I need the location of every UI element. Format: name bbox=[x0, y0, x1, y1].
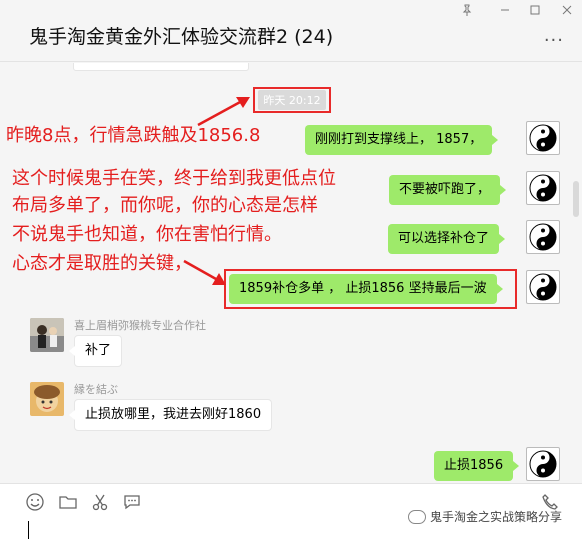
annotation-text: 昨晚8点，行情急跌触及1856.8 bbox=[6, 125, 261, 146]
cartoon-avatar[interactable] bbox=[30, 382, 64, 416]
wechat-logo-icon bbox=[407, 509, 426, 524]
sender-name: 縁を結ぶ bbox=[74, 383, 118, 396]
message-list[interactable]: 昨天 20:12 刚刚打到支撑线上， 1857， 不要被吓跑了， 可以选择补仓了… bbox=[0, 63, 582, 483]
watermark-text: 鬼手淘金之实战策略分享 bbox=[429, 510, 562, 524]
message-bubble: 可以选择补仓了 bbox=[388, 224, 506, 254]
yin-yang-avatar[interactable] bbox=[526, 447, 560, 481]
message-bubble: 止损放哪里，我进去刚好1860 bbox=[68, 399, 273, 431]
annotation-text: 心态才是取胜的关键， bbox=[12, 253, 192, 274]
watermark: 鬼手淘金之实战策略分享 bbox=[407, 508, 562, 525]
message-bubble: 不要被吓跑了， bbox=[389, 175, 507, 205]
annotation-text: 不说鬼手也知道，你在害怕行情。 bbox=[12, 224, 282, 245]
scissors-icon[interactable] bbox=[90, 492, 110, 512]
annotation-text: 布局多单了，而你呢，你的心态是怎样 bbox=[12, 195, 318, 216]
message-bubble: 止损1856 bbox=[434, 451, 520, 481]
pin-icon[interactable] bbox=[459, 4, 475, 19]
timestamp: 昨天 20:12 bbox=[258, 90, 326, 110]
message-bubble: 刚刚打到支撑线上， 1857， bbox=[305, 125, 499, 155]
minimize-icon[interactable] bbox=[497, 4, 513, 19]
message-bubble: 1859补仓多单 ， 止损1856 坚持最后一波 bbox=[229, 274, 503, 304]
text-cursor bbox=[28, 521, 29, 539]
title-bar: 鬼手淘金黄金外汇体验交流群2 (24) ··· bbox=[0, 0, 582, 62]
message-bubble: 补了 bbox=[68, 335, 123, 367]
yin-yang-avatar[interactable] bbox=[526, 220, 560, 254]
folder-icon[interactable] bbox=[58, 492, 78, 512]
more-icon[interactable]: ··· bbox=[544, 30, 564, 51]
chat-title: 鬼手淘金黄金外汇体验交流群2 (24) bbox=[29, 26, 334, 48]
yin-yang-avatar[interactable] bbox=[526, 171, 560, 205]
sender-name: 喜上眉梢弥猴桃专业合作社 bbox=[74, 319, 206, 332]
chat-bubble-icon[interactable] bbox=[122, 492, 142, 512]
scrollbar[interactable] bbox=[573, 181, 579, 217]
message-input-area[interactable]: 鬼手淘金之实战策略分享 bbox=[0, 483, 582, 543]
yin-yang-avatar[interactable] bbox=[526, 270, 560, 304]
emoji-icon[interactable] bbox=[25, 492, 45, 512]
person-photo-avatar[interactable] bbox=[30, 318, 64, 352]
yin-yang-avatar[interactable] bbox=[526, 121, 560, 155]
timestamp-highlight: 昨天 20:12 bbox=[253, 87, 331, 113]
annotation-text: 这个时候鬼手在笑，终于给到我更低点位 bbox=[12, 168, 336, 189]
close-icon[interactable] bbox=[559, 4, 575, 19]
maximize-icon[interactable] bbox=[527, 4, 543, 19]
previous-message-bubble bbox=[73, 63, 249, 71]
